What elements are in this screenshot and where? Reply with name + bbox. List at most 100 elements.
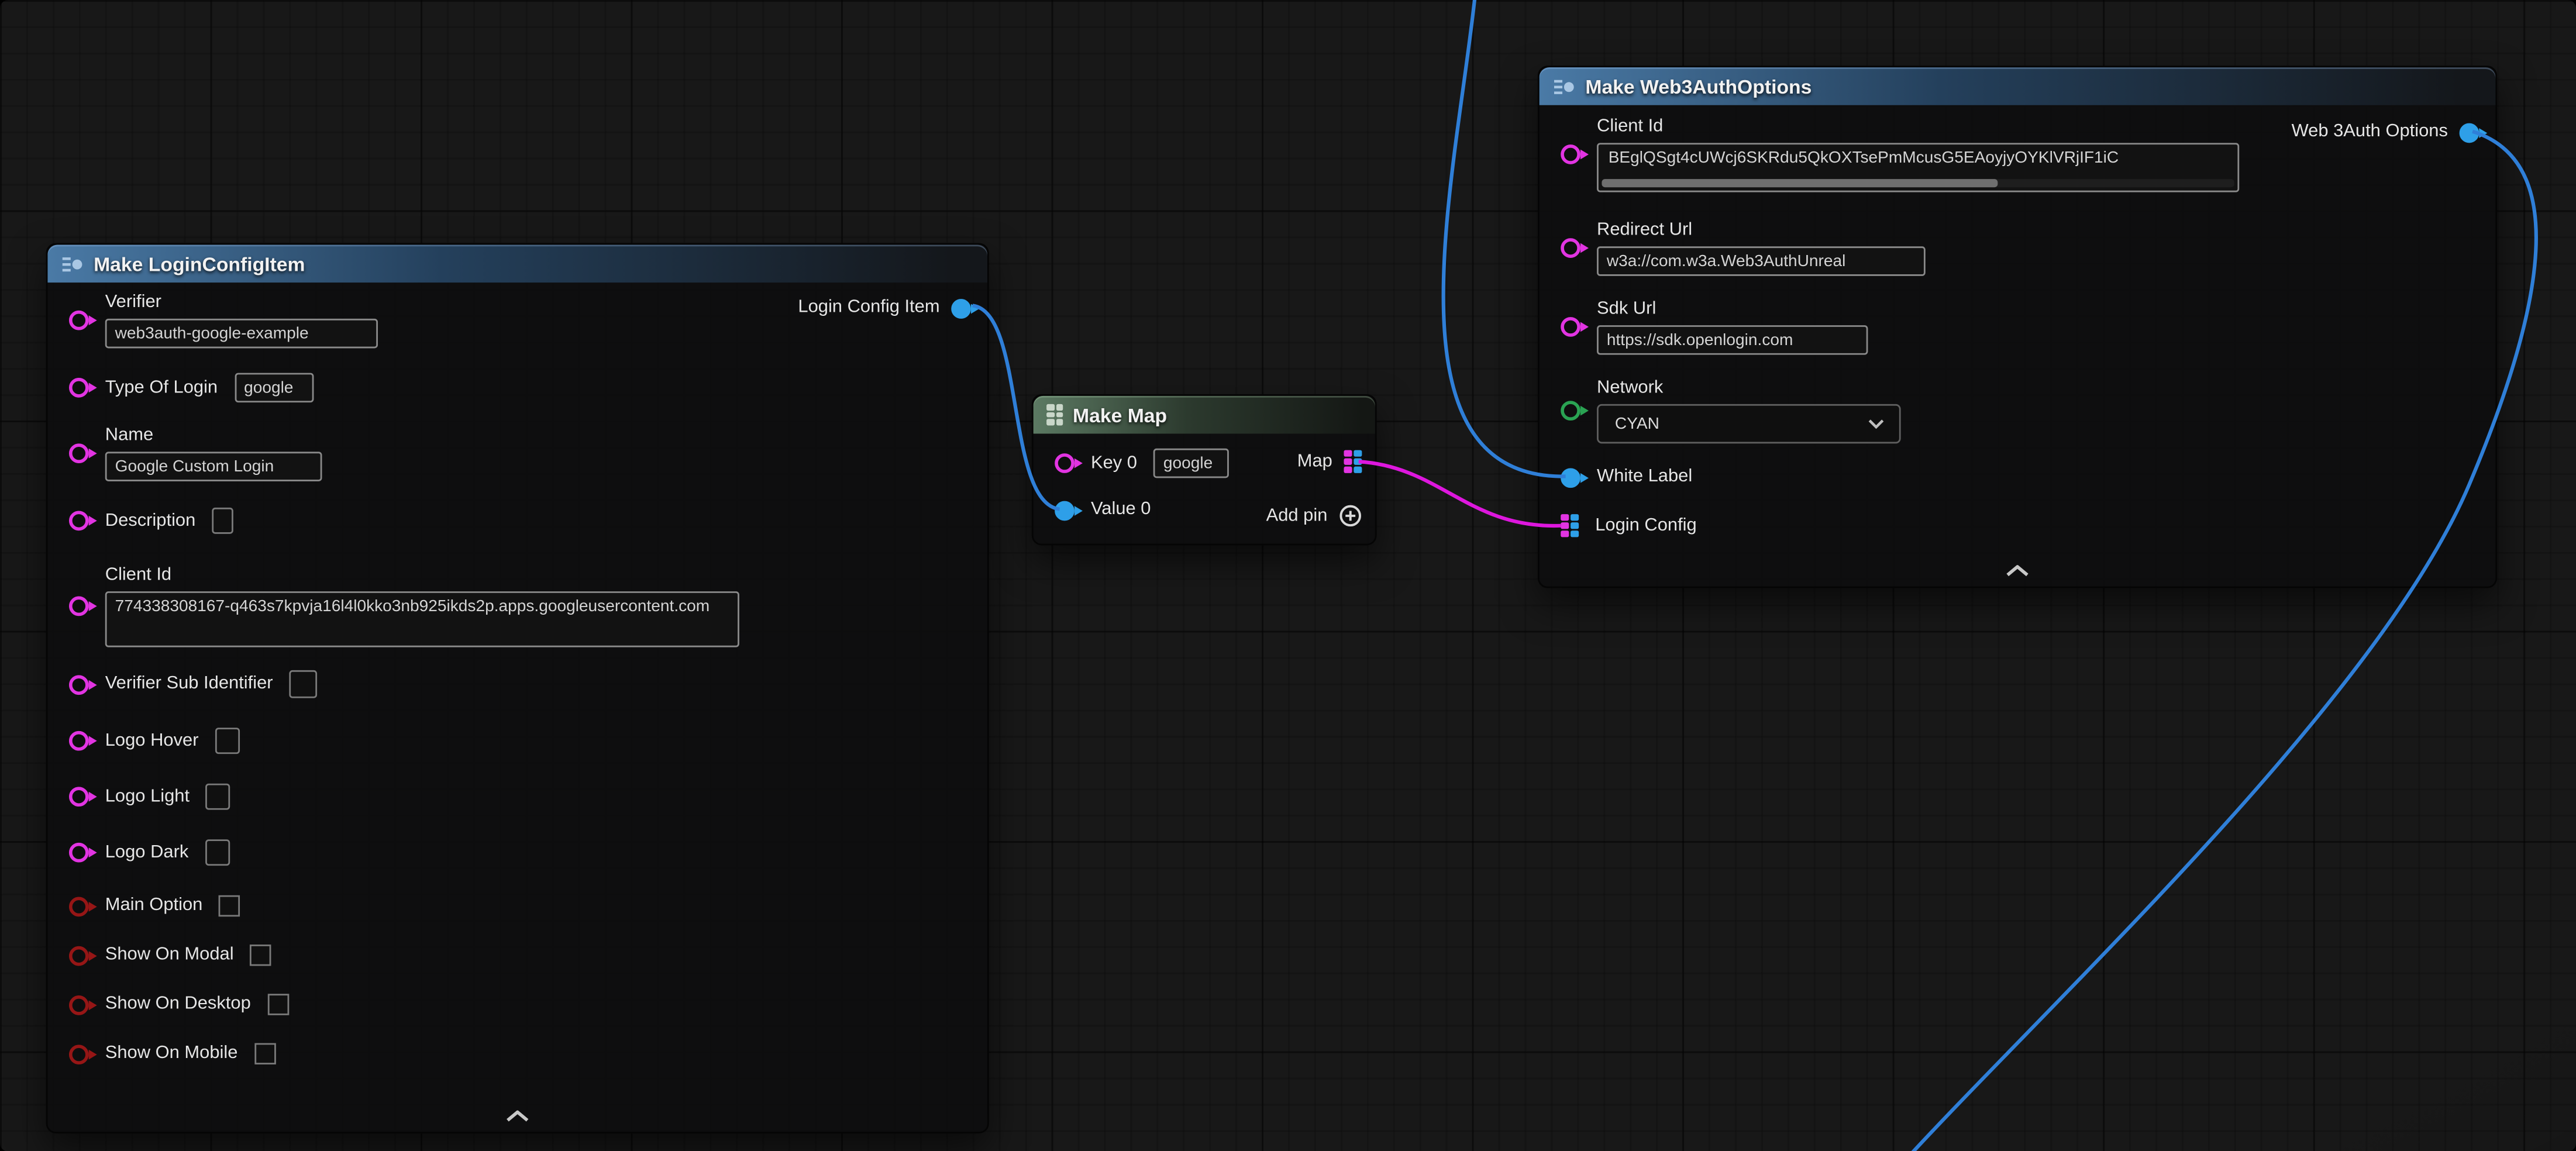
pin-row-type-of-login: Type Of Login google <box>47 373 987 403</box>
pin-row-name: Name Google Custom Login <box>47 425 987 481</box>
name-pin[interactable] <box>69 443 89 463</box>
white-label-label: White Label <box>1597 467 1692 488</box>
type-of-login-input[interactable]: google <box>234 373 313 403</box>
redirect-url-input[interactable]: w3a://com.w3a.Web3AuthUnreal <box>1597 246 1926 276</box>
pin-row-show-on-modal: Show On Modal <box>47 945 987 966</box>
map-output-pin[interactable] <box>1344 450 1362 473</box>
pin-row-network: Network CYAN <box>1540 378 2496 443</box>
map-grid-icon <box>1046 405 1063 425</box>
node-title: Make Web3AuthOptions <box>1585 75 1812 98</box>
show-on-desktop-pin[interactable] <box>69 995 89 1015</box>
pin-row-login-config: Login Config <box>1540 514 2496 537</box>
description-label: Description <box>105 510 196 532</box>
node-title: Make LoginConfigItem <box>94 252 305 275</box>
white-label-pin[interactable] <box>1561 467 1580 487</box>
pin-row-logo-hover: Logo Hover <box>47 728 987 754</box>
blueprint-graph-canvas[interactable]: Make LoginConfigItem Login Config Item V… <box>0 0 2576 1151</box>
network-pin[interactable] <box>1561 401 1580 421</box>
map-output-label: Map <box>1297 451 1332 473</box>
main-option-pin[interactable] <box>69 896 89 916</box>
show-on-mobile-checkbox[interactable] <box>254 1043 276 1065</box>
add-pin-row[interactable]: Add pin <box>1266 504 1362 527</box>
verifier-field-group: Verifier web3auth-google-example <box>105 292 378 348</box>
chevron-up-icon <box>506 1111 529 1122</box>
type-of-login-label: Type Of Login <box>105 377 218 399</box>
value0-pin[interactable] <box>1055 500 1075 520</box>
pin-row-client-id: Client Id 774338308167-q463s7kpvja16l4l0… <box>47 565 987 647</box>
logo-hover-label: Logo Hover <box>105 730 199 752</box>
client-id-value: BEglQSgt4cUWcj6SKRdu5QkOXTsePmMcusG5EAoy… <box>1609 150 2119 168</box>
node-make-web3authoptions[interactable]: Make Web3AuthOptions Web 3Auth Options C… <box>1538 66 2497 588</box>
pin-row-verifier: Verifier web3auth-google-example <box>47 292 987 348</box>
network-label: Network <box>1597 378 1901 399</box>
description-pin[interactable] <box>69 511 89 530</box>
wire-map-to-loginconfig <box>1359 461 1561 526</box>
show-on-mobile-label: Show On Mobile <box>105 1043 238 1065</box>
type-of-login-pin[interactable] <box>69 378 89 398</box>
key0-input[interactable]: google <box>1153 449 1229 478</box>
login-config-label: Login Config <box>1595 515 1697 537</box>
show-on-modal-checkbox[interactable] <box>250 945 272 966</box>
pin-row-white-label: White Label <box>1540 467 2496 488</box>
pin-row-client-id: Client Id BEglQSgt4cUWcj6SKRdu5QkOXTsePm… <box>1540 116 2496 192</box>
logo-light-pin[interactable] <box>69 787 89 807</box>
show-on-desktop-label: Show On Desktop <box>105 994 251 1015</box>
sdk-url-input[interactable]: https://sdk.openlogin.com <box>1597 325 1868 355</box>
node-title: Make Map <box>1073 404 1167 426</box>
node-header[interactable]: Make Web3AuthOptions <box>1540 67 2496 105</box>
name-input[interactable]: Google Custom Login <box>105 452 322 481</box>
key0-pin[interactable] <box>1055 453 1075 473</box>
redirect-url-pin[interactable] <box>1561 238 1580 258</box>
node-make-loginconfigitem[interactable]: Make LoginConfigItem Login Config Item V… <box>46 243 989 1133</box>
pin-row-logo-dark: Logo Dark <box>47 839 987 866</box>
chevron-up-icon <box>2006 565 2029 577</box>
logo-light-input[interactable] <box>206 784 230 810</box>
pin-row-sdk-url: Sdk Url https://sdk.openlogin.com <box>1540 299 2496 354</box>
show-on-mobile-pin[interactable] <box>69 1044 89 1064</box>
collapse-node-button[interactable] <box>506 1111 529 1122</box>
login-config-map-pin[interactable] <box>1561 514 1579 537</box>
plus-circle-icon[interactable] <box>1339 504 1362 527</box>
verifier-label: Verifier <box>105 292 378 314</box>
logo-dark-input[interactable] <box>205 839 229 866</box>
map-output-row: Map <box>1297 450 1362 473</box>
client-id-pin[interactable] <box>1561 144 1580 164</box>
verifier-sub-identifier-pin[interactable] <box>69 674 89 694</box>
logo-hover-input[interactable] <box>215 728 240 754</box>
client-id-pin[interactable] <box>69 597 89 616</box>
logo-dark-pin[interactable] <box>69 843 89 863</box>
node-header[interactable]: Make LoginConfigItem <box>47 244 987 282</box>
main-option-checkbox[interactable] <box>219 895 240 917</box>
collapse-node-button[interactable] <box>2006 565 2029 577</box>
hscroll-thumb[interactable] <box>1602 179 1998 187</box>
verifier-input[interactable]: web3auth-google-example <box>105 319 378 349</box>
sdk-url-field-group: Sdk Url https://sdk.openlogin.com <box>1597 299 1868 354</box>
network-dropdown[interactable]: CYAN <box>1597 404 1901 443</box>
pin-row-show-on-desktop: Show On Desktop <box>47 994 987 1015</box>
node-make-map[interactable]: Make Map Key 0 google Value 0 Map Add pi… <box>1032 394 1377 545</box>
show-on-modal-label: Show On Modal <box>105 945 234 966</box>
client-id-input[interactable]: BEglQSgt4cUWcj6SKRdu5QkOXTsePmMcusG5EAoy… <box>1597 143 2239 192</box>
name-label: Name <box>105 425 322 447</box>
client-id-field-group: Client Id BEglQSgt4cUWcj6SKRdu5QkOXTsePm… <box>1597 116 2239 192</box>
logo-hover-pin[interactable] <box>69 731 89 751</box>
verifier-pin[interactable] <box>69 311 89 330</box>
client-id-input[interactable]: 774338308167-q463s7kpvja16l4l0kko3nb925i… <box>105 591 739 647</box>
chevron-down-icon <box>1868 419 1884 429</box>
redirect-url-field-group: Redirect Url w3a://com.w3a.Web3AuthUnrea… <box>1597 220 1926 275</box>
show-on-desktop-checkbox[interactable] <box>267 994 289 1015</box>
show-on-modal-pin[interactable] <box>69 945 89 965</box>
node-header[interactable]: Make Map <box>1034 396 1375 434</box>
pin-row-show-on-mobile: Show On Mobile <box>47 1043 987 1065</box>
add-pin-label: Add pin <box>1266 505 1328 527</box>
client-id-label: Client Id <box>105 565 739 587</box>
sdk-url-label: Sdk Url <box>1597 299 1868 321</box>
redirect-url-label: Redirect Url <box>1597 220 1926 242</box>
description-input[interactable] <box>212 508 233 534</box>
sdk-url-pin[interactable] <box>1561 317 1580 337</box>
pin-row-logo-light: Logo Light <box>47 784 987 810</box>
make-struct-icon <box>1552 75 1575 98</box>
logo-light-label: Logo Light <box>105 786 190 808</box>
verifier-sub-identifier-input[interactable] <box>290 670 318 698</box>
pin-row-main-option: Main Option <box>47 895 987 917</box>
